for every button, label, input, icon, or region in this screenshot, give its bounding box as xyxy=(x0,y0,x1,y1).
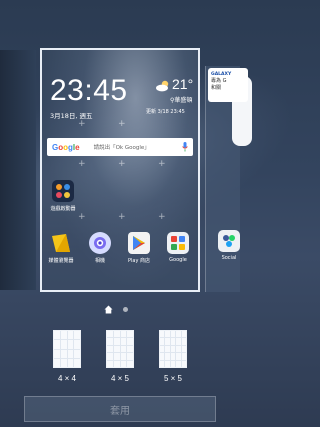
grid-marker: + xyxy=(158,212,166,222)
game-launcher-icon xyxy=(52,180,74,202)
apply-button[interactable]: 套用 xyxy=(24,396,216,422)
galaxy-card: GALAXY 專為 G 和關 xyxy=(208,68,248,102)
app-play-store[interactable]: Play 商店 xyxy=(122,232,156,264)
grid-marker: + xyxy=(78,119,86,129)
google-logo: Google xyxy=(52,142,80,152)
google-search-bar[interactable]: Google 請說出「Ok Google」 xyxy=(47,138,193,156)
grid-marker: + xyxy=(78,159,86,169)
clock-date: 3月18日, 週五 xyxy=(50,112,93,120)
partly-cloudy-icon xyxy=(156,80,169,92)
app-camera[interactable]: 相機 xyxy=(83,232,117,264)
camera-icon xyxy=(89,232,111,254)
app-social-folder[interactable]: Social xyxy=(212,230,246,261)
search-hint: 請說出「Ok Google」 xyxy=(93,145,150,151)
home-page-preview[interactable]: + + + + + + + + 23:45 3月18日, 週五 21° ⚲華盛頓… xyxy=(40,48,200,292)
grid-option-5x5[interactable]: 5 × 5 xyxy=(153,330,193,383)
app-media-browser[interactable]: 媒體瀏覽器 xyxy=(44,232,78,264)
social-folder-icon xyxy=(218,230,240,252)
grid-5x5-icon xyxy=(159,330,187,368)
grid-4x4-icon xyxy=(53,330,81,368)
play-store-icon xyxy=(128,232,150,254)
weather-temperature: 21° xyxy=(172,76,194,92)
previous-page-edge[interactable] xyxy=(0,50,36,290)
grid-option-4x4[interactable]: 4 × 4 xyxy=(47,330,87,383)
page-indicator-dot[interactable] xyxy=(123,307,128,312)
grid-marker: + xyxy=(78,212,86,222)
weather-updated: 更新 3/18 23:45 xyxy=(146,109,185,115)
grid-marker: + xyxy=(118,212,126,222)
media-browser-icon xyxy=(50,232,72,254)
page-indicators xyxy=(104,305,128,314)
grid-option-4x5[interactable]: 4 × 5 xyxy=(100,330,140,383)
grid-marker: + xyxy=(118,159,126,169)
microphone-icon[interactable] xyxy=(182,142,188,152)
app-game-launcher[interactable]: 遊戲啟動器 xyxy=(46,180,80,212)
app-google-folder[interactable]: Google xyxy=(161,232,195,263)
clock-time: 23:45 xyxy=(50,74,128,107)
grid-marker: + xyxy=(158,159,166,169)
google-folder-icon xyxy=(167,232,189,254)
home-page-indicator-icon[interactable] xyxy=(104,305,113,314)
grid-marker: + xyxy=(118,119,126,129)
weather-location: ⚲華盛頓 xyxy=(170,97,193,104)
next-page-preview[interactable]: GALAXY 專為 G 和關 Social xyxy=(205,66,252,292)
grid-4x5-icon xyxy=(106,330,134,368)
